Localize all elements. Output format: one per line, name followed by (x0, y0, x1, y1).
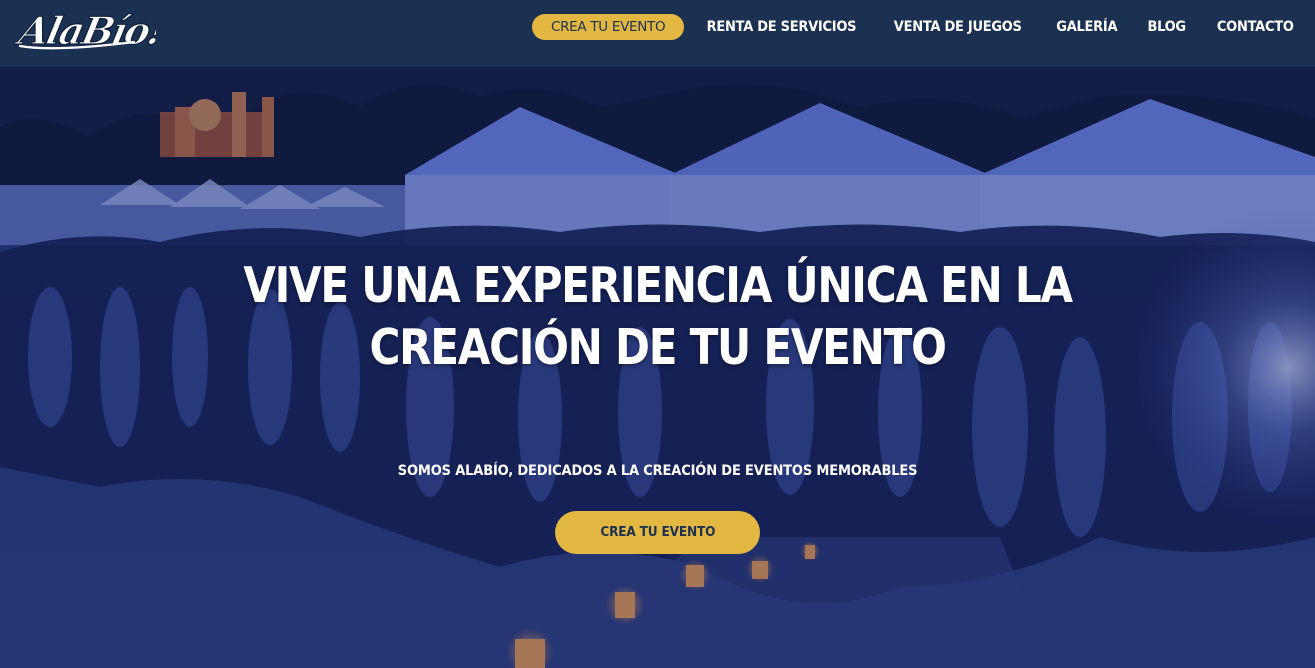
nav-item-galeria[interactable]: GALERÍA (1056, 19, 1117, 35)
hero-title: VIVE UNA EXPERIENCIA ÚNICA EN LA CREACIÓ… (92, 255, 1223, 379)
hero-section: VIVE UNA EXPERIENCIA ÚNICA EN LA CREACIÓ… (0, 67, 1315, 668)
nav-create-event-button[interactable]: CREA TU EVENTO (531, 13, 685, 40)
nav-item-blog[interactable]: BLOG (1148, 19, 1187, 35)
hero-create-event-button[interactable]: CREA TU EVENTO (555, 511, 760, 554)
hero-title-line-2: CREACIÓN DE TU EVENTO (369, 319, 946, 376)
hero-title-line-1: VIVE UNA EXPERIENCIA ÚNICA EN LA (243, 257, 1073, 314)
nav-item-venta-de-juegos[interactable]: VENTA DE JUEGOS (894, 19, 1022, 35)
nav-item-contacto[interactable]: CONTACTO (1217, 19, 1294, 35)
nav-item-renta-de-servicios[interactable]: RENTA DE SERVICIOS (707, 19, 857, 35)
page: AlaBío! CREA TU EVENTO RENTA DE SERVICIO… (0, 0, 1315, 668)
hero-subtitle: SOMOS ALABÍO, DEDICADOS A LA CREACIÓN DE… (397, 463, 918, 479)
alabio-logo[interactable]: AlaBío! (14, 2, 156, 54)
main-nav: CREA TU EVENTO RENTA DE SERVICIOS VENTA … (531, 13, 1297, 40)
hero-create-event-button-label: CREA TU EVENTO (600, 524, 715, 540)
site-header: AlaBío! CREA TU EVENTO RENTA DE SERVICIO… (0, 0, 1315, 67)
